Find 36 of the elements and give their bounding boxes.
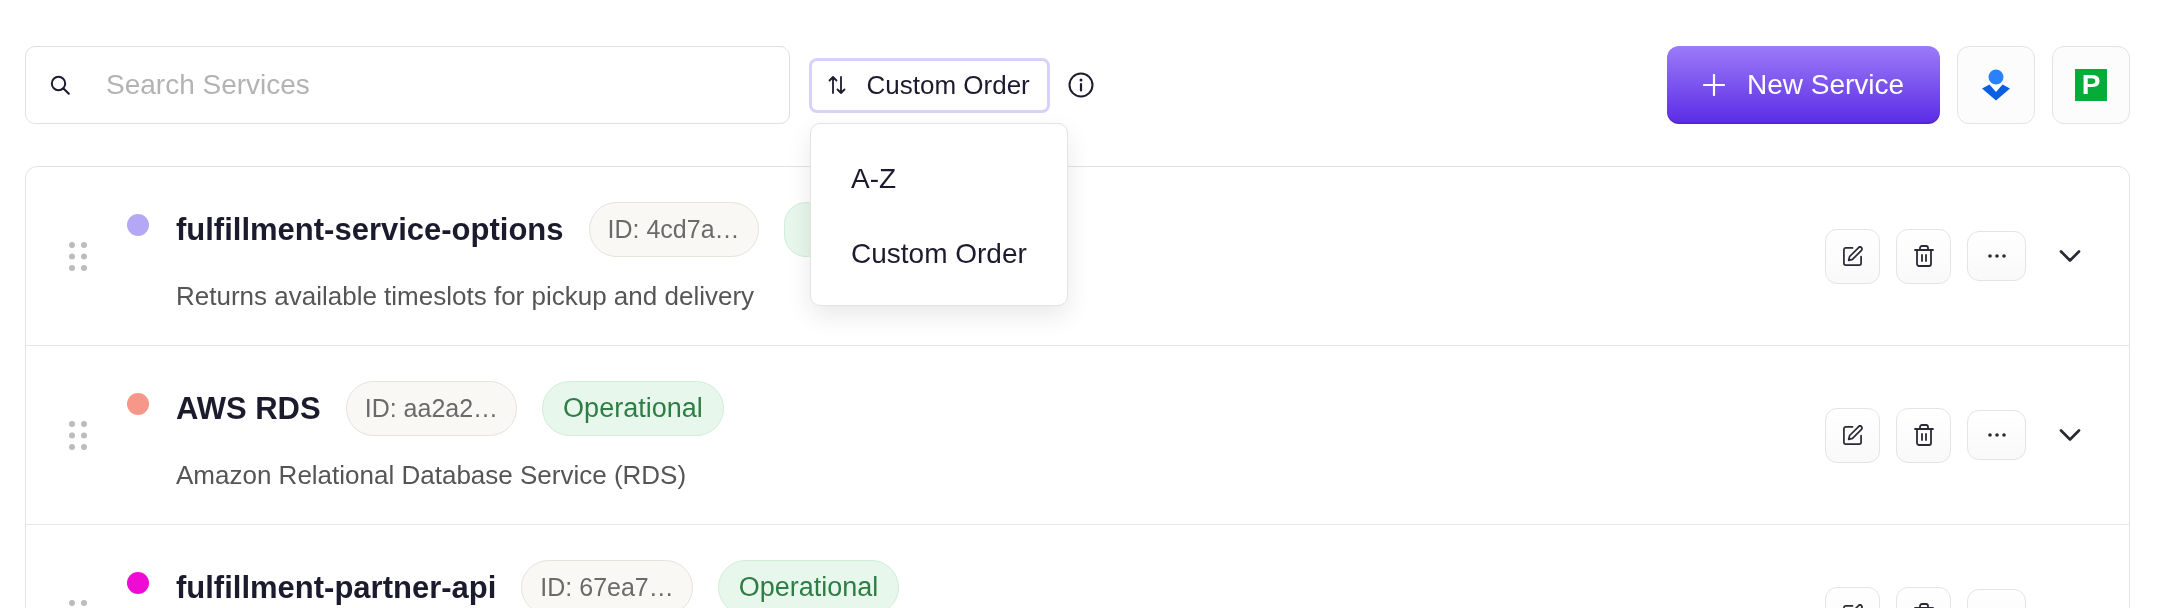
id-badge: ID: aa2a2… xyxy=(345,381,518,436)
app-logo: P xyxy=(2075,69,2107,101)
sort-button[interactable]: Custom Order xyxy=(809,57,1050,113)
id-badge: ID: 67ea7… xyxy=(521,560,693,608)
person-logo-icon xyxy=(1981,69,2011,101)
drag-handle-icon[interactable] xyxy=(69,420,87,450)
service-name: AWS RDS xyxy=(176,390,321,427)
drag-handle-icon[interactable] xyxy=(69,241,87,271)
delete-button[interactable] xyxy=(1896,228,1951,284)
search-icon xyxy=(50,75,70,95)
integration-button[interactable] xyxy=(1957,46,2035,124)
chevron-down-icon[interactable] xyxy=(2059,250,2081,262)
edit-button[interactable] xyxy=(1825,407,1880,463)
chevron-down-icon[interactable] xyxy=(2059,429,2081,441)
edit-button[interactable] xyxy=(1825,228,1880,284)
service-description: Amazon Relational Database Service (RDS) xyxy=(176,460,687,490)
ellipsis-icon xyxy=(1987,254,2006,258)
service-name: fulfillment-partner-api xyxy=(176,569,497,606)
status-badge: Operational xyxy=(542,381,724,436)
id-badge: ID: 4cd7a… xyxy=(588,202,759,257)
trash-icon xyxy=(1913,424,1934,446)
info-icon[interactable] xyxy=(1068,72,1094,98)
pencil-icon xyxy=(1842,245,1863,267)
menu-item[interactable]: Custom Order xyxy=(811,216,1067,292)
new-service-button[interactable]: New Service xyxy=(1667,46,1940,124)
trash-icon xyxy=(1913,245,1934,267)
menu-item[interactable]: A-Z xyxy=(811,141,1067,217)
status-badge: Operational xyxy=(717,560,900,608)
plus-icon xyxy=(1702,74,1725,96)
service-name: fulfillment-service-options xyxy=(176,211,564,248)
delete-button[interactable] xyxy=(1896,407,1951,463)
pencil-icon xyxy=(1842,424,1863,446)
sort-icon xyxy=(826,75,847,95)
search-field[interactable]: Search Services xyxy=(25,46,790,124)
ellipsis-icon xyxy=(1987,433,2006,437)
service-description: Returns available timeslots for pickup and delivery xyxy=(176,281,755,311)
